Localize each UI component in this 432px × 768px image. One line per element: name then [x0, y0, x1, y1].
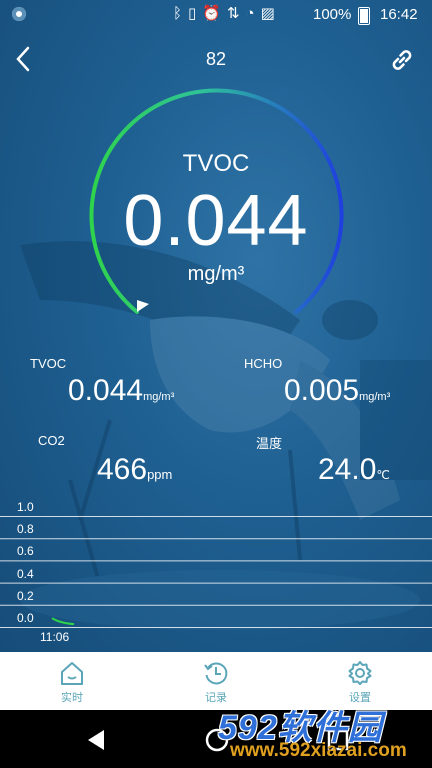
history-icon: [204, 662, 228, 685]
history-chart-lines: [0, 516, 432, 628]
screen: ᛒ ▯ ⏰ ⇅ ◔ ▨ 100% 16:42 82 TVOC 0.044 mg/…: [0, 0, 432, 768]
watermark-url: www.592xiazai.com: [230, 740, 407, 761]
series-line: [51, 617, 75, 626]
watermark: 592软件园 www.592xiazai.com: [212, 700, 432, 768]
x-tick-label: 11:06: [40, 630, 70, 644]
tab-realtime-label: 实时: [61, 692, 83, 704]
nav-back-icon[interactable]: [84, 728, 108, 752]
settings-icon: [348, 661, 372, 685]
home-icon: [61, 662, 83, 685]
tab-realtime[interactable]: 实时: [0, 652, 144, 710]
